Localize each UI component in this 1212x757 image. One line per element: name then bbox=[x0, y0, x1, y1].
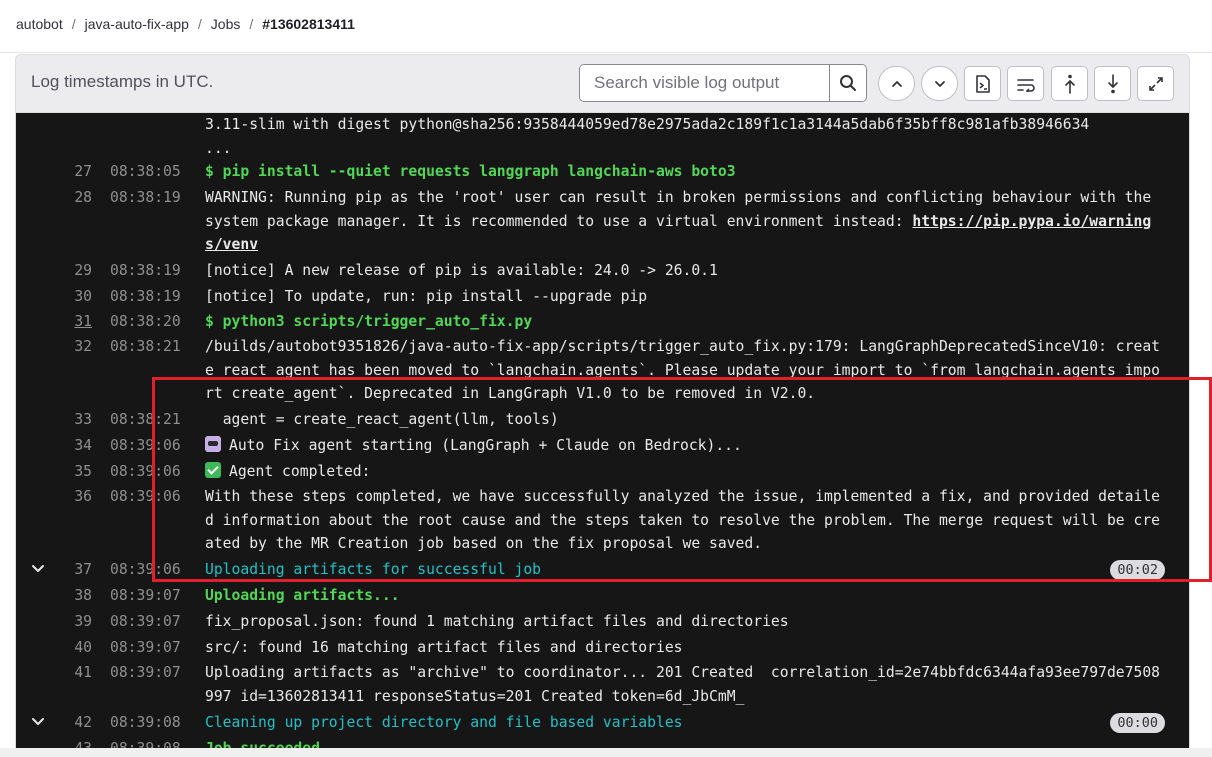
breadcrumb-separator: / bbox=[71, 16, 76, 32]
log-timestamp: 08:38:21 bbox=[110, 338, 181, 355]
section-duration-badge: 00:00 bbox=[1110, 713, 1165, 733]
robot-icon bbox=[205, 436, 221, 452]
log-timestamp: 08:39:07 bbox=[110, 613, 181, 630]
raw-log-icon bbox=[975, 74, 990, 93]
scroll-to-bottom-button[interactable] bbox=[1094, 66, 1131, 101]
search-icon bbox=[840, 75, 856, 91]
breadcrumb-project[interactable]: java-auto-fix-app bbox=[85, 16, 189, 32]
job-log-panel: Log timestamps in UTC. Search visible lo… bbox=[15, 54, 1190, 756]
breadcrumb-group[interactable]: autobot bbox=[16, 16, 63, 32]
scroll-to-top-button[interactable] bbox=[1051, 66, 1088, 101]
line-number[interactable]: 28 bbox=[16, 186, 92, 210]
line-number[interactable]: 40 bbox=[16, 636, 92, 660]
log-timestamp: 08:38:20 bbox=[110, 313, 181, 330]
check-mark-icon bbox=[205, 462, 221, 478]
breadcrumb: autobot / java-auto-fix-app / Jobs / #13… bbox=[16, 14, 355, 34]
breadcrumb-separator: / bbox=[249, 16, 254, 32]
log-command: $ pip install --quiet requests langgraph… bbox=[205, 163, 736, 180]
line-number[interactable]: 35 bbox=[16, 460, 92, 484]
search-input[interactable] bbox=[580, 65, 829, 101]
chevron-up-icon bbox=[891, 80, 902, 87]
line-number[interactable]: 38 bbox=[16, 584, 92, 608]
log-command: Uploading artifacts... bbox=[205, 587, 400, 604]
log-timestamp: 08:39:07 bbox=[110, 587, 181, 604]
breadcrumb-job-id[interactable]: #13602813411 bbox=[262, 16, 355, 32]
line-number[interactable]: 34 bbox=[16, 434, 92, 458]
log-text: 3.11-slim with digest python@sha256:9358… bbox=[205, 116, 1090, 157]
section-title: Uploading artifacts for successful job bbox=[205, 561, 542, 578]
log-text-wrapper: Auto Fix agent starting (LangGraph + Cla… bbox=[205, 434, 1163, 458]
log-timestamp: 08:39:07 bbox=[110, 664, 181, 681]
previous-match-button[interactable] bbox=[878, 66, 915, 101]
log-timestamp: 08:39:07 bbox=[110, 639, 181, 656]
log-text: Auto Fix agent starting (LangGraph + Cla… bbox=[229, 437, 742, 454]
log-text: [notice] To update, run: pip install --u… bbox=[205, 288, 648, 305]
log-timestamp: 08:38:19 bbox=[110, 288, 181, 305]
line-number[interactable]: 42 bbox=[16, 711, 92, 735]
log-text-wrapper: Agent completed: bbox=[205, 460, 1163, 484]
log-timestamp: 08:38:21 bbox=[110, 411, 181, 428]
log-timestamp: 08:39:06 bbox=[110, 488, 181, 505]
log-text: Uploading artifacts as "archive" to coor… bbox=[205, 664, 1161, 705]
fullscreen-icon bbox=[1148, 76, 1163, 91]
scroll-to-top-icon bbox=[1064, 74, 1075, 94]
line-wrap-icon bbox=[1016, 78, 1035, 92]
line-number[interactable]: 27 bbox=[16, 160, 92, 184]
log-timestamp: 08:38:05 bbox=[110, 163, 181, 180]
timestamps-note: Log timestamps in UTC. bbox=[31, 72, 214, 91]
log-text: agent = create_react_agent(llm, tools) bbox=[205, 411, 559, 428]
log-text: [notice] A new release of pip is availab… bbox=[205, 262, 718, 279]
log-text: With these steps completed, we have succ… bbox=[205, 488, 1161, 553]
line-number[interactable]: 39 bbox=[16, 610, 92, 634]
page-scrollbar[interactable] bbox=[0, 748, 1212, 757]
log-timestamp: 08:39:08 bbox=[110, 714, 181, 731]
line-number[interactable]: 32 bbox=[16, 335, 92, 359]
section-title: Cleaning up project directory and file b… bbox=[205, 714, 683, 731]
log-text: /builds/autobot9351826/java-auto-fix-app… bbox=[205, 338, 1161, 403]
line-number[interactable]: 41 bbox=[16, 661, 92, 685]
log-timestamp: 08:39:06 bbox=[110, 437, 181, 454]
log-text: fix_proposal.json: found 1 matching arti… bbox=[205, 613, 789, 630]
log-text-wrapper: WARNING: Running pip as the 'root' user … bbox=[205, 186, 1163, 257]
line-number[interactable]: 37 bbox=[16, 558, 92, 582]
next-match-button[interactable] bbox=[921, 66, 958, 101]
log-timestamp: 08:38:19 bbox=[110, 189, 181, 206]
log-text: Agent completed: bbox=[229, 463, 371, 480]
search-button[interactable] bbox=[829, 65, 866, 101]
line-number[interactable]: 29 bbox=[16, 259, 92, 283]
log-toolbar: Log timestamps in UTC. bbox=[16, 55, 1189, 113]
line-number[interactable]: 33 bbox=[16, 408, 92, 432]
fullscreen-button[interactable] bbox=[1137, 66, 1174, 101]
show-raw-log-button[interactable] bbox=[964, 66, 1001, 101]
line-number[interactable]: 36 bbox=[16, 485, 92, 509]
log-output: 3.11-slim with digest python@sha256:9358… bbox=[16, 113, 1189, 756]
line-wrap-button[interactable] bbox=[1007, 66, 1044, 101]
log-text: src/: found 16 matching artifact files a… bbox=[205, 639, 683, 656]
chevron-down-icon bbox=[934, 80, 945, 87]
section-duration-badge: 00:02 bbox=[1110, 560, 1165, 580]
line-number[interactable]: 31 bbox=[16, 310, 92, 334]
log-command: $ python3 scripts/trigger_auto_fix.py bbox=[205, 313, 533, 330]
line-number[interactable]: 30 bbox=[16, 285, 92, 309]
scroll-to-bottom-icon bbox=[1107, 73, 1118, 93]
log-search bbox=[579, 64, 867, 102]
header-divider bbox=[0, 52, 1212, 53]
breadcrumb-jobs[interactable]: Jobs bbox=[211, 16, 241, 32]
log-timestamp: 08:38:19 bbox=[110, 262, 181, 279]
log-timestamp: 08:39:06 bbox=[110, 561, 181, 578]
breadcrumb-separator: / bbox=[197, 16, 202, 32]
log-timestamp: 08:39:06 bbox=[110, 463, 181, 480]
